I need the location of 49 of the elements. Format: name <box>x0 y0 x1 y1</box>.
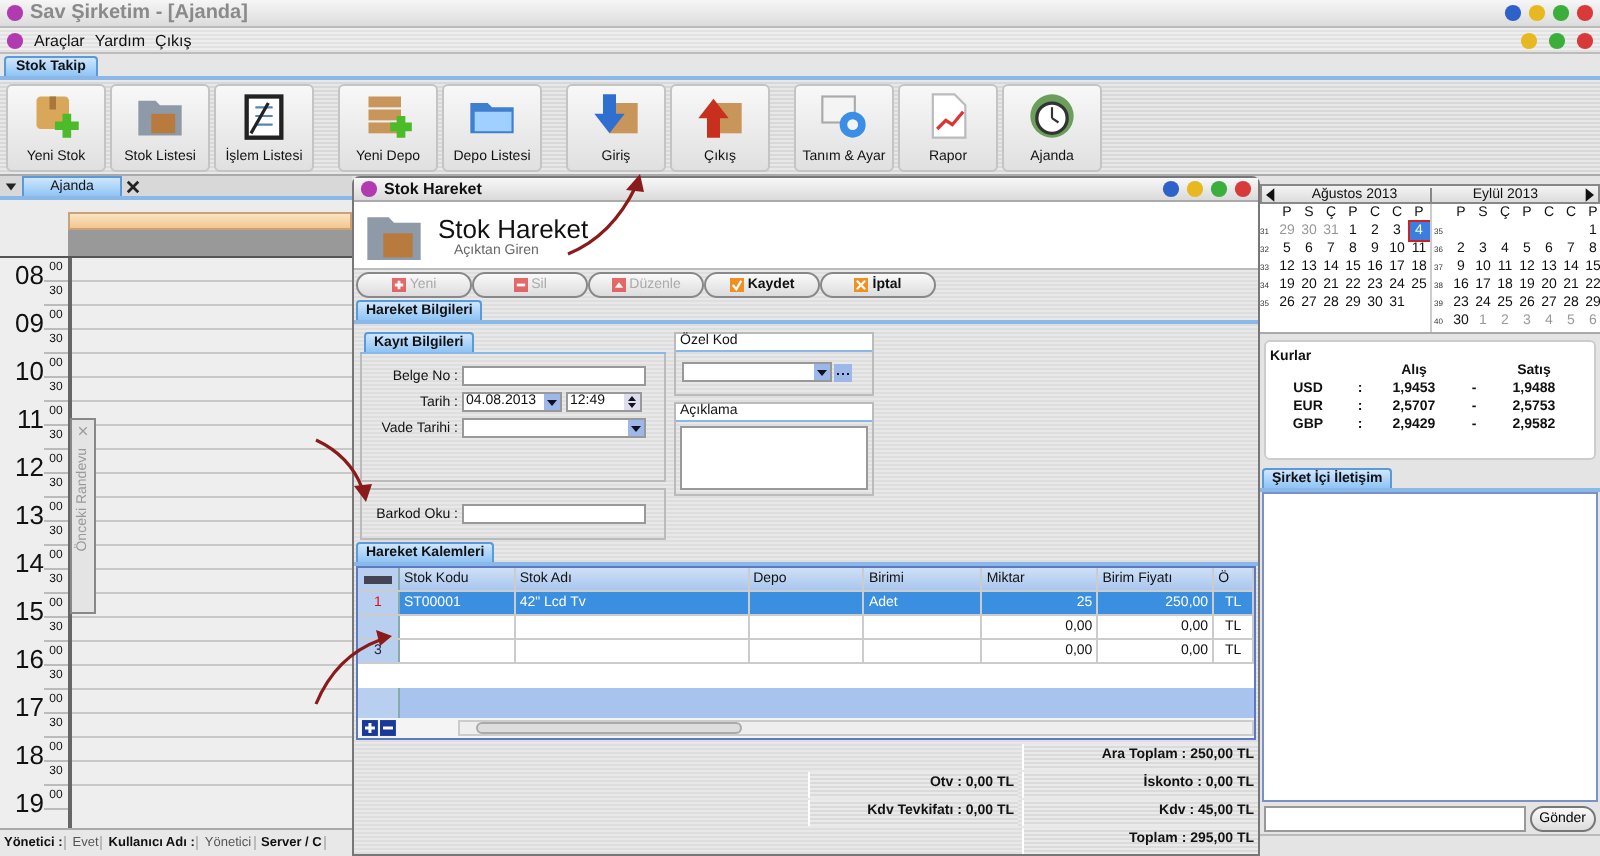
hour-label: 12 <box>13 450 44 486</box>
help-button[interactable] <box>1162 180 1180 199</box>
text-area[interactable] <box>680 426 868 491</box>
hour-label: 17 <box>13 690 44 726</box>
plus-icon <box>391 278 406 293</box>
window-title: Sav Şirketim - [Ajanda] <box>30 2 248 24</box>
dropdown-field[interactable] <box>462 418 646 439</box>
add-row-button[interactable] <box>362 720 378 737</box>
minus-icon <box>513 278 528 293</box>
next-month-icon[interactable] <box>1584 187 1594 201</box>
annotation-arrow <box>314 630 392 705</box>
remove-row-button[interactable] <box>379 720 396 737</box>
help-button[interactable] <box>1504 4 1522 22</box>
menu-item[interactable]: Yardım <box>94 31 146 49</box>
menu-item[interactable]: Çıkış <box>155 31 192 49</box>
scroll-thumb[interactable] <box>475 722 742 735</box>
clock-icon <box>1026 90 1078 142</box>
input-field[interactable] <box>462 504 646 525</box>
close-icon[interactable] <box>126 179 140 193</box>
maximize-button[interactable] <box>1210 180 1228 199</box>
hour-label: 13 <box>13 498 44 534</box>
hour-label: 16 <box>13 642 44 678</box>
header-handle-icon <box>363 575 392 584</box>
spinner-icon[interactable] <box>624 394 640 411</box>
hour-label: 11 <box>15 402 44 438</box>
more-icon[interactable] <box>834 363 852 382</box>
hour-label: 19 <box>13 786 44 822</box>
hour-label: 09 <box>13 306 44 342</box>
cancel-icon <box>854 278 869 293</box>
menu-item[interactable]: Araçlar <box>34 31 85 49</box>
dropdown-icon[interactable] <box>628 420 644 437</box>
hour-label: 14 <box>13 546 44 582</box>
close-button[interactable] <box>1234 180 1252 199</box>
message-input[interactable] <box>1264 805 1526 831</box>
hour-label: 18 <box>13 738 44 774</box>
horizontal-scrollbar[interactable] <box>457 720 1254 737</box>
header-title: Stok Hareket <box>438 213 589 244</box>
hour-label: 15 <box>13 594 44 630</box>
previous-month-icon[interactable] <box>1266 187 1276 201</box>
dropdown-icon[interactable] <box>814 364 830 381</box>
dialog-title: Stok Hareket <box>384 180 482 199</box>
input-field[interactable] <box>462 366 646 387</box>
app-icon <box>360 180 378 199</box>
annotation-arrow <box>315 438 372 502</box>
dropdown-icon[interactable] <box>544 394 560 411</box>
hour-label: 08 <box>13 258 44 294</box>
check-icon <box>729 278 744 293</box>
hour-label: 10 <box>13 354 44 390</box>
dropdown-field[interactable] <box>682 362 832 383</box>
